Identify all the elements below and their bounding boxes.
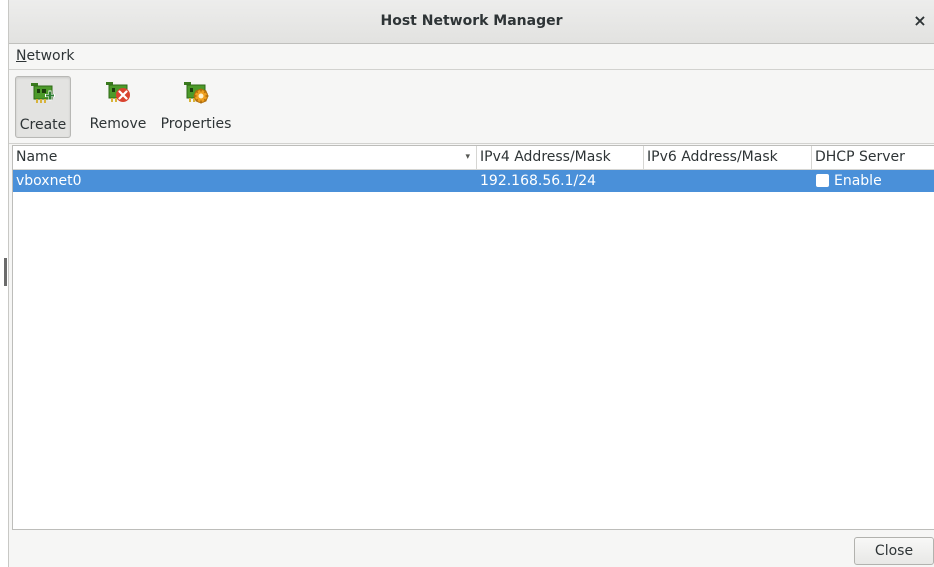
close-icon[interactable]: × xyxy=(910,11,930,31)
host-networks-table[interactable]: Name ▾ IPv4 Address/Mask IPv6 Address/Ma… xyxy=(12,145,934,530)
title-bar[interactable]: Host Network Manager × xyxy=(9,0,934,44)
column-header-ipv4[interactable]: IPv4 Address/Mask xyxy=(477,146,644,169)
cell-ipv6 xyxy=(644,170,812,192)
dhcp-enable-checkbox[interactable] xyxy=(816,174,829,187)
column-header-name-label: Name xyxy=(16,149,58,165)
cell-name: vboxnet0 xyxy=(16,173,82,189)
menu-network[interactable]: Network xyxy=(16,48,74,64)
column-header-name[interactable]: Name ▾ xyxy=(13,146,477,169)
cell-ipv4: 192.168.56.1/24 xyxy=(480,173,597,189)
create-label: Create xyxy=(19,117,67,133)
network-card-properties-icon xyxy=(184,82,209,104)
close-button[interactable]: Close xyxy=(854,537,934,565)
properties-button[interactable]: Properties xyxy=(155,76,237,138)
menu-network-label: etwork xyxy=(26,48,75,64)
sort-descending-icon: ▾ xyxy=(465,152,470,162)
host-network-manager-window: Host Network Manager × Network Create Re… xyxy=(8,0,934,567)
menu-network-mnemonic: N xyxy=(16,48,27,64)
column-header-dhcp[interactable]: DHCP Server xyxy=(812,146,934,169)
background-window-strip xyxy=(0,0,8,567)
create-button[interactable]: Create xyxy=(15,76,71,138)
window-title: Host Network Manager xyxy=(380,13,563,29)
properties-label: Properties xyxy=(160,116,232,132)
table-row[interactable]: vboxnet0 192.168.56.1/24 Enable xyxy=(13,170,934,192)
network-card-remove-icon xyxy=(106,82,130,102)
remove-label: Remove xyxy=(89,116,147,132)
background-window-edge xyxy=(4,258,7,286)
menu-bar: Network xyxy=(9,44,934,70)
table-header: Name ▾ IPv4 Address/Mask IPv6 Address/Ma… xyxy=(13,146,934,170)
toolbar: Create Remove Properties xyxy=(9,70,934,144)
network-card-add-icon xyxy=(31,83,55,103)
remove-button[interactable]: Remove xyxy=(85,76,151,138)
cell-dhcp: Enable xyxy=(812,170,934,192)
column-header-ipv6[interactable]: IPv6 Address/Mask xyxy=(644,146,812,169)
dhcp-enable-label: Enable xyxy=(834,173,882,189)
